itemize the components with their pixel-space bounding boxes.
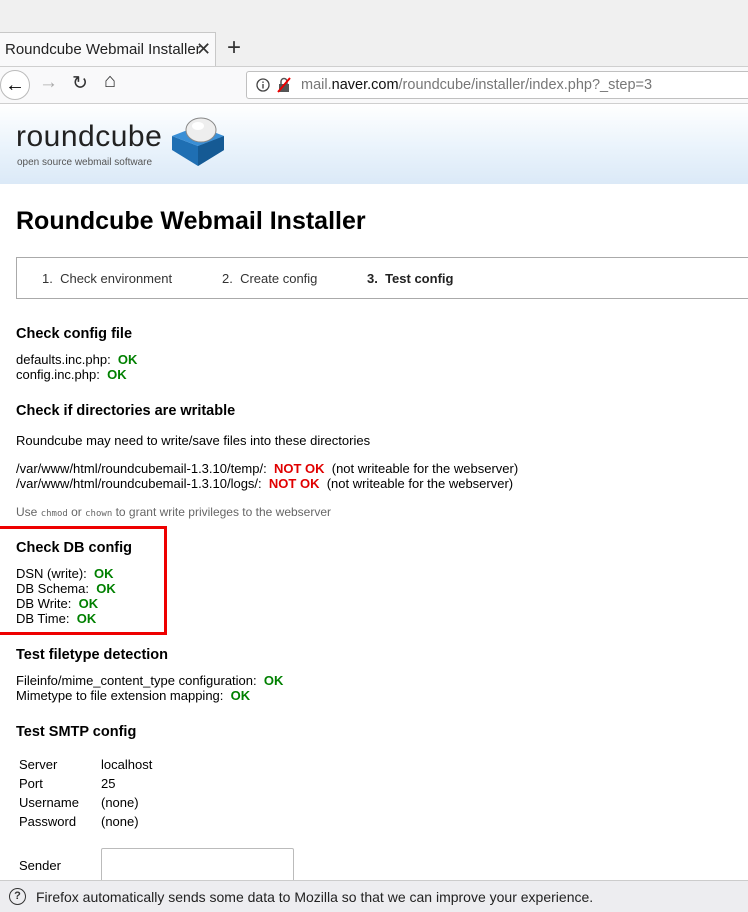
sender-label: Sender — [19, 858, 61, 873]
tab-close-icon[interactable]: ✕ — [196, 39, 211, 60]
hint-text: Use — [16, 505, 38, 519]
config-file-label: defaults.inc.php: — [16, 352, 111, 367]
tab-title: Roundcube Webmail Installer — [5, 41, 201, 58]
db-label: DB Time: — [16, 611, 70, 626]
smtp-label: Server — [19, 757, 58, 772]
filetype-row: Fileinfo/mime_content_type configuration… — [16, 673, 283, 688]
smtp-value: 25 — [101, 776, 116, 791]
db-label: DB Write: — [16, 596, 72, 611]
url-path: /roundcube/installer/index.php?_step=3 — [398, 77, 653, 93]
config-file-row: defaults.inc.php: OK — [16, 352, 137, 367]
logo-wordmark: roundcube — [16, 120, 163, 153]
notification-bar: ? Firefox automatically sends some data … — [0, 880, 748, 912]
dir-note: (not writeable for the webserver) — [326, 476, 514, 491]
roundcube-logo-icon — [172, 117, 224, 166]
db-row: DB Write: OK — [16, 596, 98, 611]
dir-path: /var/www/html/roundcubemail-1.3.10/logs/… — [16, 476, 262, 491]
forward-button[interactable]: → — [39, 72, 58, 94]
filetype-label: Fileinfo/mime_content_type configuration… — [16, 673, 257, 688]
filetype-heading: Test filetype detection — [16, 647, 169, 663]
db-label: DB Schema: — [16, 581, 89, 596]
url-bar[interactable]: mail.naver.com/roundcube/installer/index… — [246, 71, 748, 99]
dir-row: /var/www/html/roundcubemail-1.3.10/temp/… — [16, 461, 518, 476]
url-text[interactable]: mail.naver.com/roundcube/installer/index… — [301, 77, 652, 93]
status-ok: OK — [117, 352, 138, 367]
smtp-table: Server localhost Port 25 Username (none) Pa… — [16, 755, 155, 831]
status-ok: OK — [263, 673, 284, 688]
table-row: Port 25 — [16, 774, 155, 793]
db-heading: Check DB config — [16, 540, 133, 556]
logo-tagline: open source webmail software — [17, 157, 153, 168]
db-label: DSN (write): — [16, 566, 87, 581]
sender-input[interactable] — [101, 848, 294, 882]
url-scheme: mail. — [301, 77, 332, 93]
status-ok: OK — [107, 367, 127, 382]
config-file-heading: Check config file — [16, 326, 133, 342]
hint-text: or — [71, 505, 82, 519]
info-icon[interactable] — [256, 78, 270, 92]
filetype-row: Mimetype to file extension mapping: OK — [16, 688, 250, 703]
step-indicator: 1. Check environment 2. Create config 3.… — [16, 257, 748, 299]
url-host: naver.com — [331, 77, 399, 93]
table-row: Server localhost — [16, 755, 155, 774]
step-3-label: Test config — [385, 271, 454, 286]
hint-chown: chown — [85, 509, 113, 519]
status-ok: OK — [96, 581, 116, 596]
step-3-current: 3. Test config — [367, 271, 453, 286]
dir-note: (not writeable for the webserver) — [331, 461, 519, 476]
home-button[interactable]: ⌂ — [104, 70, 116, 93]
status-ok: OK — [94, 566, 114, 581]
question-icon: ? — [9, 888, 26, 905]
config-file-label: config.inc.php: — [16, 367, 100, 382]
dirs-heading: Check if directories are writable — [16, 403, 236, 419]
browser-tab[interactable]: Roundcube Webmail Installer ✕ — [0, 32, 216, 66]
hint-text: to grant write privileges to the webserv… — [115, 505, 332, 519]
status-not-ok: NOT OK — [273, 461, 325, 476]
smtp-label: Username — [19, 795, 79, 810]
table-row: Username (none) — [16, 793, 155, 812]
status-not-ok: NOT OK — [268, 476, 320, 491]
smtp-label: Password — [19, 814, 77, 829]
insecure-lock-icon[interactable] — [277, 77, 291, 93]
smtp-value: (none) — [101, 795, 139, 810]
notification-text: Firefox automatically sends some data to… — [36, 889, 594, 905]
reload-button[interactable]: ↻ — [72, 72, 88, 95]
permissions-hint: Use chmod or chown to grant write privil… — [16, 505, 331, 519]
step-2-num: 2. — [222, 271, 233, 286]
dirs-intro: Roundcube may need to write/save files i… — [16, 433, 371, 448]
db-row: DB Time: OK — [16, 611, 96, 626]
smtp-value: (none) — [101, 814, 139, 829]
new-tab-button[interactable]: + — [227, 34, 241, 62]
config-file-row: config.inc.php: OK — [16, 367, 127, 382]
smtp-label: Port — [19, 776, 43, 791]
back-button[interactable]: ← — [0, 70, 30, 100]
smtp-value: localhost — [101, 757, 153, 772]
dir-row: /var/www/html/roundcubemail-1.3.10/logs/… — [16, 476, 513, 491]
smtp-heading: Test SMTP config — [16, 724, 137, 740]
table-row: Password (none) — [16, 812, 155, 831]
dir-path: /var/www/html/roundcubemail-1.3.10/temp/… — [16, 461, 267, 476]
db-row: DB Schema: OK — [16, 581, 116, 596]
status-ok: OK — [76, 611, 97, 626]
hint-chmod: chmod — [40, 509, 68, 519]
step-2[interactable]: 2. Create config — [222, 271, 317, 286]
step-1-label: Check environment — [60, 271, 173, 286]
status-ok: OK — [78, 596, 99, 611]
step-1[interactable]: 1. Check environment — [42, 271, 172, 286]
step-2-label: Create config — [240, 271, 318, 286]
status-ok: OK — [230, 688, 251, 703]
db-row: DSN (write): OK — [16, 566, 114, 581]
step-3-num: 3. — [367, 271, 378, 286]
page-title: Roundcube Webmail Installer — [16, 207, 366, 235]
step-1-num: 1. — [42, 271, 53, 286]
nav-toolbar: ← → ↻ ⌂ mail.naver.com/roundcube/install… — [0, 66, 748, 104]
filetype-label: Mimetype to file extension mapping: — [16, 688, 224, 703]
